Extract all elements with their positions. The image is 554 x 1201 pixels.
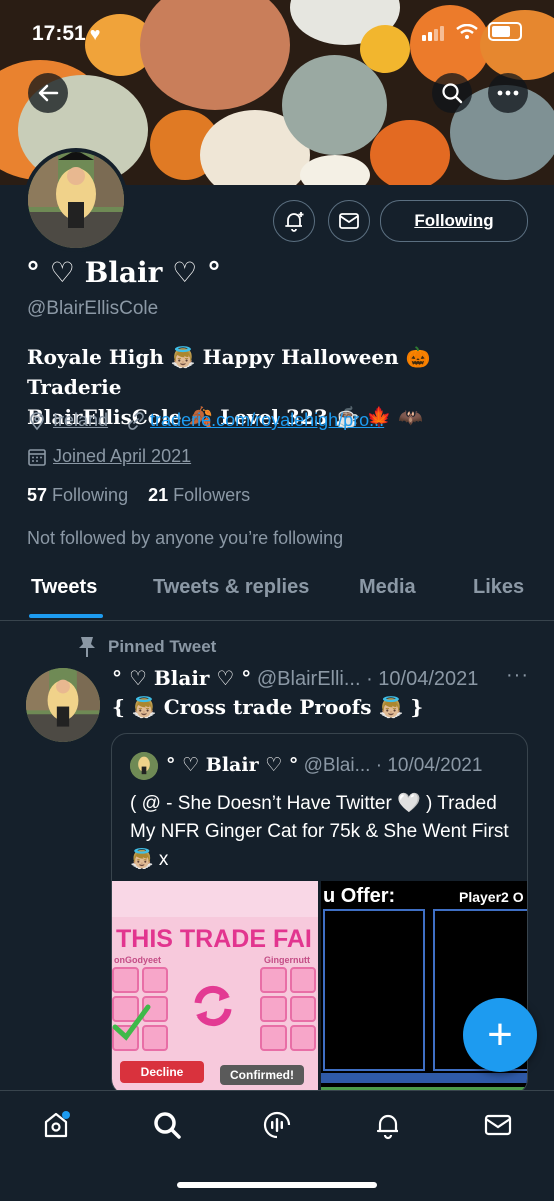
trade-right-user: Gingernutt — [264, 955, 310, 965]
nav-notifications[interactable] — [368, 1105, 408, 1145]
profile-location[interactable]: Ireland — [53, 410, 108, 431]
tweet-avatar[interactable] — [26, 668, 100, 742]
nav-explore[interactable] — [147, 1105, 187, 1145]
search-button[interactable] — [432, 73, 472, 113]
trade-offer-text: u Offer: — [323, 885, 396, 907]
pin-icon — [79, 637, 95, 657]
tweet-author-name[interactable]: ° ♡ Blair ♡ ° — [112, 666, 251, 690]
tweet-header: ° ♡ Blair ♡ ° @BlairElli... · 10/04/2021 — [112, 666, 478, 691]
location-icon — [30, 411, 44, 430]
trade-disclaimer-bar — [321, 1073, 527, 1083]
quoted-tweet-header: ° ♡ Blair ♡ ° @Blai... · 10/04/2021 — [166, 754, 482, 777]
notifications-icon — [376, 1114, 398, 1140]
message-icon — [339, 213, 359, 229]
tweet-handle-date: @BlairElli... · 10/04/2021 — [256, 668, 479, 690]
home-indicator — [177, 1182, 377, 1188]
profile-joined-date: Joined April 2021 — [53, 446, 192, 466]
compose-tweet-button[interactable]: + — [463, 998, 537, 1072]
notifications-toggle-button[interactable] — [273, 200, 315, 242]
active-tab-indicator — [29, 614, 103, 618]
profile-tabs: Tweets Tweets & replies Media Likes — [0, 560, 554, 621]
wifi-icon — [456, 23, 478, 39]
tab-tweets[interactable]: Tweets — [31, 576, 97, 599]
quoted-handle-date: @Blai... · 10/04/2021 — [303, 755, 483, 776]
back-button[interactable] — [28, 73, 68, 113]
message-button[interactable] — [328, 200, 370, 242]
nav-spaces[interactable] — [257, 1105, 297, 1145]
status-time: 17:51 ♥ — [32, 22, 101, 45]
messages-icon — [484, 1114, 512, 1136]
more-icon — [497, 90, 519, 96]
status-indicators — [422, 22, 522, 41]
follow-counts: 57 Following 21 Followers — [27, 485, 250, 506]
trade-player2-text: Player2 O — [459, 889, 524, 905]
quoted-tweet-avatar — [130, 752, 158, 780]
refresh-icon — [194, 985, 232, 1027]
nav-messages[interactable] — [478, 1105, 518, 1145]
following-button[interactable]: Following — [380, 200, 528, 242]
following-count-link[interactable]: 57 Following — [27, 485, 128, 505]
checkmark-icon — [112, 1004, 151, 1041]
link-icon — [128, 411, 144, 430]
calendar-icon — [28, 448, 46, 466]
profile-website-link[interactable]: traderie.com/royalehigh/pro... — [150, 410, 384, 431]
profile-meta-row: Ireland traderie.com/royalehigh/pro... — [27, 410, 384, 431]
tab-media[interactable]: Media — [359, 576, 416, 599]
nav-home[interactable] — [36, 1105, 76, 1145]
tweet-avatar-image — [26, 668, 100, 742]
followers-count-link[interactable]: 21 Followers — [148, 485, 250, 505]
avatar-image — [28, 152, 124, 248]
trade-right-grid — [260, 967, 316, 1051]
trade-offer-box-left — [323, 909, 425, 1071]
profile-joined-row: Joined April 2021 — [27, 446, 191, 467]
tab-likes[interactable]: Likes — [473, 576, 524, 599]
quoted-media-image-1[interactable]: THIS TRADE FAI onGodyeet Gingernutt Decl… — [112, 881, 318, 1094]
tab-tweets-and-replies[interactable]: Tweets & replies — [153, 576, 309, 599]
profile-avatar[interactable] — [24, 148, 128, 252]
tweet-more-icon[interactable]: ··· — [506, 664, 529, 687]
home-icon — [44, 1111, 70, 1138]
trade-banner-text: THIS TRADE FAI — [116, 925, 312, 953]
tweet-text: { 👼🏼 Cross trade Proofs 👼🏼 } — [112, 695, 424, 719]
pinned-tweet-label: Pinned Tweet — [78, 636, 216, 658]
spaces-icon — [263, 1111, 291, 1139]
trade-left-user: onGodyeet — [114, 955, 162, 965]
quoted-tweet-text: ( @ - She Doesn’t Have Twitter 🤍 ) Trade… — [130, 793, 509, 870]
trade-confirmed-label: Confirmed! — [220, 1065, 304, 1085]
trade-decline-label: Decline — [120, 1061, 204, 1083]
bio-line-1: Royale High 👼🏼 Happy Halloween 🎃 Traderi… — [27, 345, 431, 399]
profile-handle: @BlairEllisCole — [27, 298, 159, 319]
more-button[interactable] — [488, 73, 528, 113]
profile-name: ° ♡ Blair ♡ ° — [26, 256, 222, 289]
status-bar: 17:51 ♥ — [0, 0, 554, 60]
not-followed-text: Not followed by anyone you’re following — [27, 528, 344, 548]
back-arrow-icon — [38, 84, 59, 102]
add-notification-icon — [285, 212, 304, 232]
explore-icon — [154, 1112, 181, 1139]
search-icon — [442, 83, 463, 104]
battery-icon — [488, 22, 522, 41]
quoted-author-name: ° ♡ Blair ♡ ° — [166, 754, 299, 776]
signal-icon — [422, 23, 446, 41]
